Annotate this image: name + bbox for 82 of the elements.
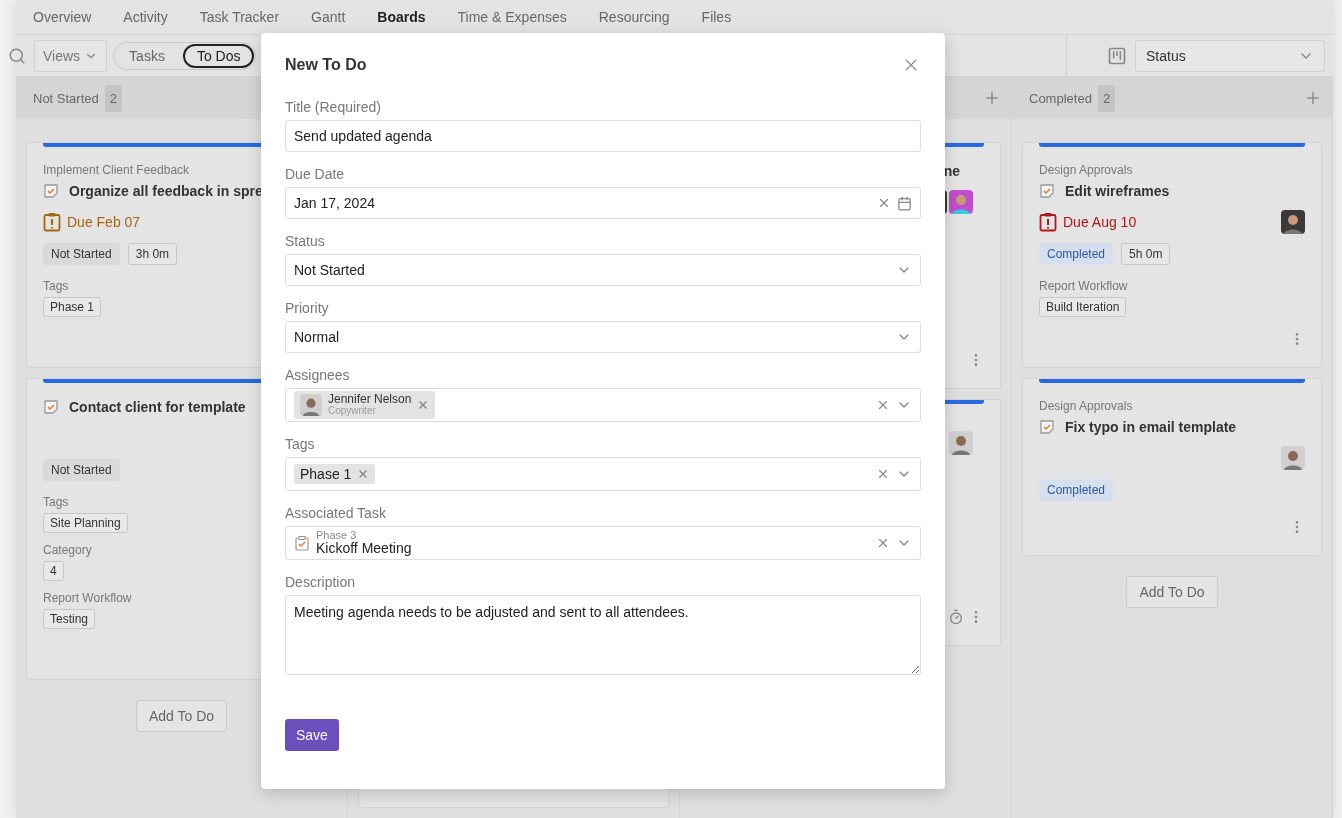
status-badge: Completed — [1039, 479, 1114, 501]
clear-icon[interactable] — [876, 467, 890, 481]
duration-badge: 3h 0m — [127, 243, 178, 265]
card-title: Organize all feedback in spre — [69, 183, 263, 199]
add-icon[interactable] — [1304, 89, 1322, 107]
count-badge: 2 — [104, 84, 122, 112]
tag-chip[interactable]: Phase 1 — [294, 464, 376, 484]
date-field[interactable]: Jan 17, 2024 — [285, 187, 921, 219]
status-badge: Completed — [1039, 243, 1114, 265]
multi-select-field[interactable]: Phase 1 — [285, 457, 921, 491]
add-icon[interactable] — [983, 89, 1001, 107]
nav-tab[interactable]: Files — [701, 9, 732, 25]
timer-icon[interactable] — [948, 609, 964, 625]
task-card[interactable]: Design Approvals Edit wireframes Due Aug 10 Completed 5h 0m Report Workflow Build Iteration — [1022, 142, 1322, 368]
nav-tab[interactable]: Task Tracker — [199, 9, 280, 25]
column-title: Not Started — [33, 90, 99, 106]
description-field[interactable]: Meeting agenda needs to be adjusted and sent to all attendees. — [285, 595, 921, 675]
nav-tab[interactable]: Resourcing — [598, 9, 670, 25]
task-select-field[interactable]: Phase 3 Kickoff Meeting — [285, 526, 921, 560]
card-category: Design Approvals — [1039, 163, 1133, 177]
card-title: Fix typo in email template — [1065, 419, 1237, 435]
duration-badge: 5h 0m — [1121, 243, 1171, 265]
status-badge: Not Started — [43, 243, 120, 265]
field-label: Status — [285, 233, 326, 249]
card-category: Design Approvals — [1039, 399, 1133, 413]
select-field[interactable]: Not Started — [285, 254, 921, 286]
clipboard-alert-icon — [43, 212, 61, 232]
search-icon[interactable] — [8, 46, 26, 65]
nav-tab[interactable]: Overview — [33, 9, 92, 25]
assignee-chip[interactable]: Jennifer Nelson Copywriter — [294, 391, 436, 419]
field-label: Category — [43, 543, 93, 557]
add-todo-button[interactable]: Add To Do — [1126, 576, 1218, 608]
card-title: ne — [943, 163, 960, 179]
status-badge: Not Started — [43, 459, 120, 481]
kanban-icon[interactable] — [1107, 45, 1127, 66]
text-field[interactable]: Send updated agenda — [285, 120, 921, 152]
select-field[interactable]: Normal — [285, 321, 921, 353]
field-label: Tags — [43, 279, 70, 293]
tag: 4 — [43, 561, 64, 581]
toggle-option[interactable]: To Dos — [182, 43, 255, 68]
calendar-icon[interactable] — [897, 195, 912, 211]
count-badge: 2 — [1097, 84, 1116, 112]
tag: Testing — [43, 609, 96, 629]
task-check-icon — [1039, 183, 1055, 199]
add-todo-button[interactable]: Add To Do — [135, 700, 228, 732]
save-button[interactable]: Save — [285, 719, 339, 751]
nav-tab[interactable]: Gantt — [311, 9, 346, 25]
field-label: Report Workflow — [43, 591, 133, 605]
nav-tab[interactable]: Boards — [377, 9, 426, 25]
group-by-select[interactable]: Status — [1135, 39, 1325, 72]
avatar — [300, 394, 322, 416]
nav-tab[interactable]: Time & Expenses — [457, 9, 567, 25]
field-label: Tags — [285, 436, 316, 452]
field-label: Report Workflow — [1039, 279, 1129, 293]
dialog-title: New To Do — [285, 56, 367, 74]
due-date: Due Feb 07 — [67, 214, 141, 230]
clear-icon[interactable] — [876, 398, 890, 412]
card-title: Contact client for template — [69, 399, 246, 415]
tag: Phase 1 — [43, 297, 102, 317]
column-title: Completed — [1029, 90, 1092, 106]
clear-icon[interactable] — [876, 536, 890, 550]
field-label: Priority — [285, 300, 330, 316]
card-title: Edit wireframes — [1065, 183, 1170, 199]
multi-select-field[interactable]: Jennifer Nelson Copywriter — [285, 388, 921, 422]
task-card[interactable]: Design Approvals Fix typo in email template Completed — [1022, 378, 1322, 556]
nav-tab[interactable]: Activity — [123, 9, 168, 25]
tag: Build Iteration — [1039, 297, 1127, 317]
clear-icon[interactable] — [877, 196, 891, 210]
task-check-icon — [43, 183, 59, 199]
remove-icon[interactable] — [357, 468, 370, 480]
field-label: Title (Required) — [285, 99, 382, 115]
clipboard-alert-icon — [1039, 212, 1057, 232]
toggle-option[interactable]: Tasks — [115, 43, 179, 68]
due-date: Due Aug 10 — [1063, 214, 1137, 230]
views-dropdown[interactable]: Views — [34, 39, 108, 72]
task-check-icon — [1039, 419, 1055, 435]
card-category: Implement Client Feedback — [43, 163, 190, 177]
field-label: Tags — [43, 495, 70, 509]
task-check-icon — [43, 399, 59, 415]
clipboard-check-icon — [294, 535, 310, 551]
tag: Site Planning — [43, 513, 128, 533]
remove-icon[interactable] — [417, 399, 430, 411]
